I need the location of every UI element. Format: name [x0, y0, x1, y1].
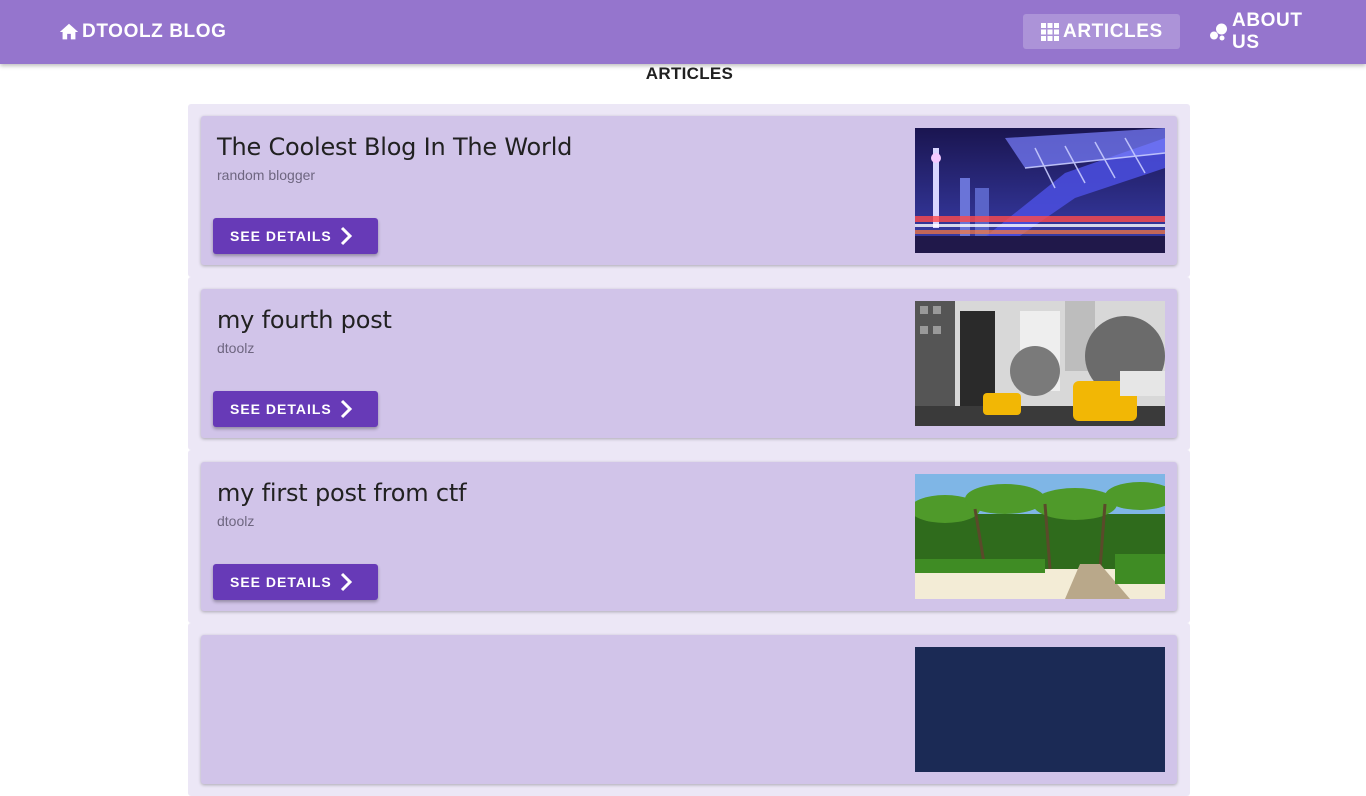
see-details-button[interactable]: SEE DETAILS [213, 391, 378, 427]
chevron-right-icon [337, 399, 355, 419]
article-author: random blogger [217, 167, 316, 183]
bubbles-icon [1210, 23, 1228, 41]
page-title: ARTICLES [645, 64, 734, 83]
article-card: The Coolest Blog In The World random blo… [201, 116, 1177, 265]
grid-icon [1041, 22, 1059, 41]
article-author: dtoolz [217, 513, 255, 529]
article-author: dtoolz [217, 340, 255, 356]
article-image [915, 647, 1165, 772]
article-image [915, 474, 1165, 599]
list-item: my fourth post dtoolz SEE DETAILS [188, 277, 1190, 450]
article-title: my fourth post [217, 306, 392, 334]
see-details-label: SEE DETAILS [230, 574, 332, 590]
article-card [201, 635, 1177, 784]
see-details-button[interactable]: SEE DETAILS [213, 218, 378, 254]
article-list: The Coolest Blog In The World random blo… [188, 104, 1190, 796]
article-card: my fourth post dtoolz SEE DETAILS [201, 289, 1177, 438]
article-image [915, 128, 1165, 253]
article-card: my first post from ctf dtoolz SEE DETAIL… [201, 462, 1177, 611]
brand-link[interactable]: DTOOLZ BLOG [58, 0, 227, 64]
top-app-bar: DTOOLZ BLOG ARTICLES ABOUT US [0, 0, 1366, 64]
see-details-button[interactable]: SEE DETAILS [213, 564, 378, 600]
chevron-right-icon [337, 226, 355, 246]
chevron-right-icon [337, 572, 355, 592]
nav-articles-button[interactable]: ARTICLES [1023, 14, 1180, 49]
see-details-label: SEE DETAILS [230, 228, 332, 244]
nav-about-label: ABOUT US [1232, 9, 1303, 53]
article-title: The Coolest Blog In The World [217, 133, 573, 161]
list-item: The Coolest Blog In The World random blo… [188, 104, 1190, 277]
article-image [915, 301, 1165, 426]
brand-label: DTOOLZ BLOG [82, 21, 227, 42]
home-icon [58, 21, 80, 43]
see-details-label: SEE DETAILS [230, 401, 332, 417]
list-item [188, 623, 1190, 796]
article-title: my first post from ctf [217, 479, 467, 507]
nav-about-button[interactable]: ABOUT US [1192, 10, 1348, 53]
list-item: my first post from ctf dtoolz SEE DETAIL… [188, 450, 1190, 623]
nav-articles-label: ARTICLES [1063, 20, 1163, 42]
